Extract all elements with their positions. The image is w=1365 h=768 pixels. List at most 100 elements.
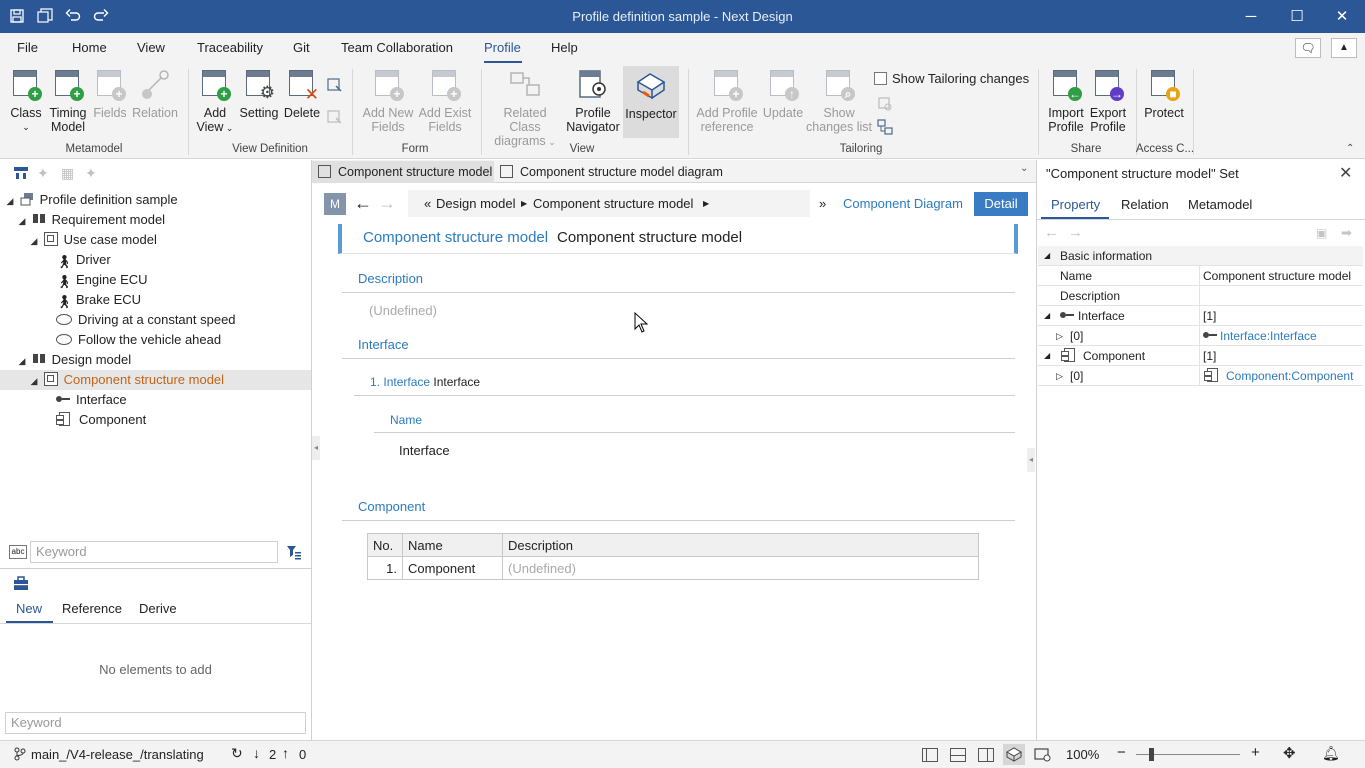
collapse-left-icon[interactable]: ◂ (312, 436, 320, 460)
expand-icon[interactable]: ◢ (4, 191, 16, 211)
tree-item-component-structure-model[interactable]: ◢ Component structure model (0, 370, 311, 390)
property-section-basic[interactable]: ◢ Basic information (1038, 246, 1363, 266)
add-profile-reference-button[interactable]: + Add Profile reference (694, 67, 760, 134)
text-search-icon[interactable]: abc (9, 545, 27, 559)
menu-home[interactable]: Home (72, 40, 107, 55)
expand-icon[interactable]: ▷ (1056, 366, 1063, 386)
tree-keyword-input[interactable]: Keyword (30, 541, 278, 563)
fit-to-screen-icon[interactable]: ✥ (1283, 744, 1296, 762)
property-row-description[interactable]: Description (1038, 286, 1363, 306)
menu-git[interactable]: Git (293, 40, 310, 55)
collapse-icon[interactable]: ◢ (1044, 306, 1050, 326)
expand-icon[interactable]: ◢ (28, 231, 40, 251)
screen-settings-icon[interactable] (1034, 747, 1052, 763)
component-diagram-link[interactable]: Component Diagram (843, 196, 963, 211)
detail-button[interactable]: Detail (974, 192, 1028, 216)
menu-help[interactable]: Help (551, 40, 578, 55)
tree-item-engine-ecu[interactable]: 🚶︎ Engine ECU (56, 270, 148, 290)
tree-item-follow-vehicle[interactable]: Follow the vehicle ahead (56, 330, 221, 350)
view-option-disabled-icon[interactable] (327, 109, 343, 125)
import-profile-button[interactable]: ← Import Profile (1045, 67, 1087, 134)
add-view-button[interactable]: + Add View ⌄ (195, 67, 235, 135)
column-header-description[interactable]: Description (502, 533, 979, 557)
tab-derive[interactable]: Derive (139, 601, 177, 616)
forward-arrow-icon[interactable]: → (378, 193, 398, 215)
tree-view-icon[interactable] (13, 165, 29, 181)
tab-new[interactable]: New (16, 601, 42, 616)
interface-name-value[interactable]: Interface (399, 443, 450, 458)
menu-team-collaboration[interactable]: Team Collaboration (341, 40, 453, 55)
git-branch-name[interactable]: main_/V4-release_/translating (31, 747, 204, 762)
nav-icon[interactable]: ✦ (85, 165, 97, 182)
delete-button[interactable]: ✕ Delete (282, 67, 322, 120)
tab-metamodel[interactable]: Metamodel (1188, 197, 1252, 212)
show-changes-list-button[interactable]: ⌕ Show changes list (806, 67, 872, 134)
collapse-right-icon[interactable]: ◂ (1027, 448, 1035, 472)
notification-bell-icon[interactable]: 🔔︎ (1322, 745, 1340, 762)
table-row[interactable]: 1. Component (Undefined) (367, 556, 979, 580)
collapse-icon[interactable]: ◢ (1044, 246, 1050, 266)
timing-model-button[interactable]: + Timing Model (47, 67, 89, 134)
sync-icon[interactable]: ↻ (231, 745, 243, 762)
collapse-icon[interactable]: ◢ (1044, 346, 1050, 366)
class-button[interactable]: + Class ⌄ (6, 67, 46, 134)
menu-traceability[interactable]: Traceability (197, 40, 263, 55)
relation-button[interactable]: Relation (131, 67, 179, 120)
tab-property[interactable]: Property (1051, 197, 1100, 212)
protect-button[interactable]: ■ Protect (1142, 67, 1186, 120)
close-window-button[interactable]: ✕ (1319, 0, 1365, 33)
property-row-component-0[interactable]: ▷ [0] Component:Component (1038, 366, 1363, 386)
tree-item-root[interactable]: ◢ Profile definition sample (4, 190, 178, 210)
toolbox-icon[interactable] (13, 576, 29, 592)
export-profile-button[interactable]: → Export Profile (1087, 67, 1129, 134)
property-row-interface-0[interactable]: ▷ [0] Interface:Interface (1038, 326, 1363, 346)
setting-button[interactable]: ⚙ Setting (238, 67, 280, 120)
forward-arrow-icon[interactable]: → (1068, 224, 1083, 241)
toolbox-keyword-input[interactable]: Keyword (5, 712, 306, 734)
tab-list-dropdown-icon[interactable]: ⌄ (1020, 163, 1028, 174)
tree-item-use-case-model[interactable]: ◢ Use case model (28, 230, 157, 250)
form-header-name[interactable]: Component structure model (557, 229, 742, 246)
nav-icon[interactable]: ✦ (37, 165, 49, 182)
breadcrumb-design-model[interactable]: Design model (436, 196, 516, 211)
zoom-slider-thumb[interactable] (1149, 748, 1154, 761)
component-link[interactable]: Component:Component (1226, 369, 1353, 383)
tree-item-interface[interactable]: Interface (56, 390, 127, 410)
zoom-in-icon[interactable]: + (1251, 744, 1260, 761)
breadcrumb-component-structure-model[interactable]: Component structure model (533, 196, 693, 211)
add-exist-fields-button[interactable]: + Add Exist Fields (417, 67, 473, 134)
navigate-icon[interactable]: ➡ (1341, 225, 1352, 241)
tree-item-design-model[interactable]: ◢ Design model (16, 350, 132, 371)
model-icon[interactable]: ▣ (1316, 226, 1327, 240)
property-row-interface[interactable]: ◢ Interface [1] (1038, 306, 1363, 326)
tree-item-requirement-model[interactable]: ◢ Requirement model (16, 210, 166, 231)
minimize-button[interactable]: ─ (1228, 0, 1274, 33)
tab-relation[interactable]: Relation (1121, 197, 1169, 212)
filter-icon[interactable] (286, 544, 302, 560)
related-class-diagrams-button[interactable]: Related Class diagrams ⌄ (488, 67, 562, 149)
tab-component-structure-model[interactable]: Component structure model (312, 161, 494, 183)
interface-link[interactable]: Interface:Interface (1220, 329, 1317, 343)
breadcrumb-more[interactable]: » (819, 196, 826, 211)
column-header-name[interactable]: Name (402, 533, 503, 557)
expand-icon[interactable]: ◢ (16, 211, 28, 231)
back-arrow-icon[interactable]: ← (1044, 224, 1059, 241)
layout-left-icon[interactable] (922, 748, 938, 762)
expand-icon[interactable]: ◢ (28, 371, 40, 391)
show-tailoring-changes-checkbox[interactable]: Show Tailoring changes (874, 71, 1029, 87)
description-value[interactable]: (Undefined) (369, 303, 437, 318)
zoom-level[interactable]: 100% (1066, 747, 1099, 762)
update-button[interactable]: ↑ Update (761, 67, 805, 120)
tree-item-driving-constant-speed[interactable]: Driving at a constant speed (56, 310, 236, 330)
layout-bottom-icon[interactable] (950, 748, 966, 762)
back-arrow-icon[interactable]: ← (354, 193, 374, 215)
expand-icon[interactable]: ◢ (16, 351, 28, 371)
menu-view[interactable]: View (137, 40, 165, 55)
close-panel-icon[interactable]: ✕ (1339, 163, 1352, 183)
comment-icon[interactable]: 🗨 (1295, 38, 1321, 58)
fields-button[interactable]: + Fields (90, 67, 130, 120)
menu-profile[interactable]: Profile (484, 40, 521, 55)
nav-icon[interactable]: ▦ (61, 165, 74, 182)
maximize-button[interactable]: ☐ (1274, 0, 1320, 33)
tree-item-driver[interactable]: 🚶︎ Driver (56, 250, 111, 270)
